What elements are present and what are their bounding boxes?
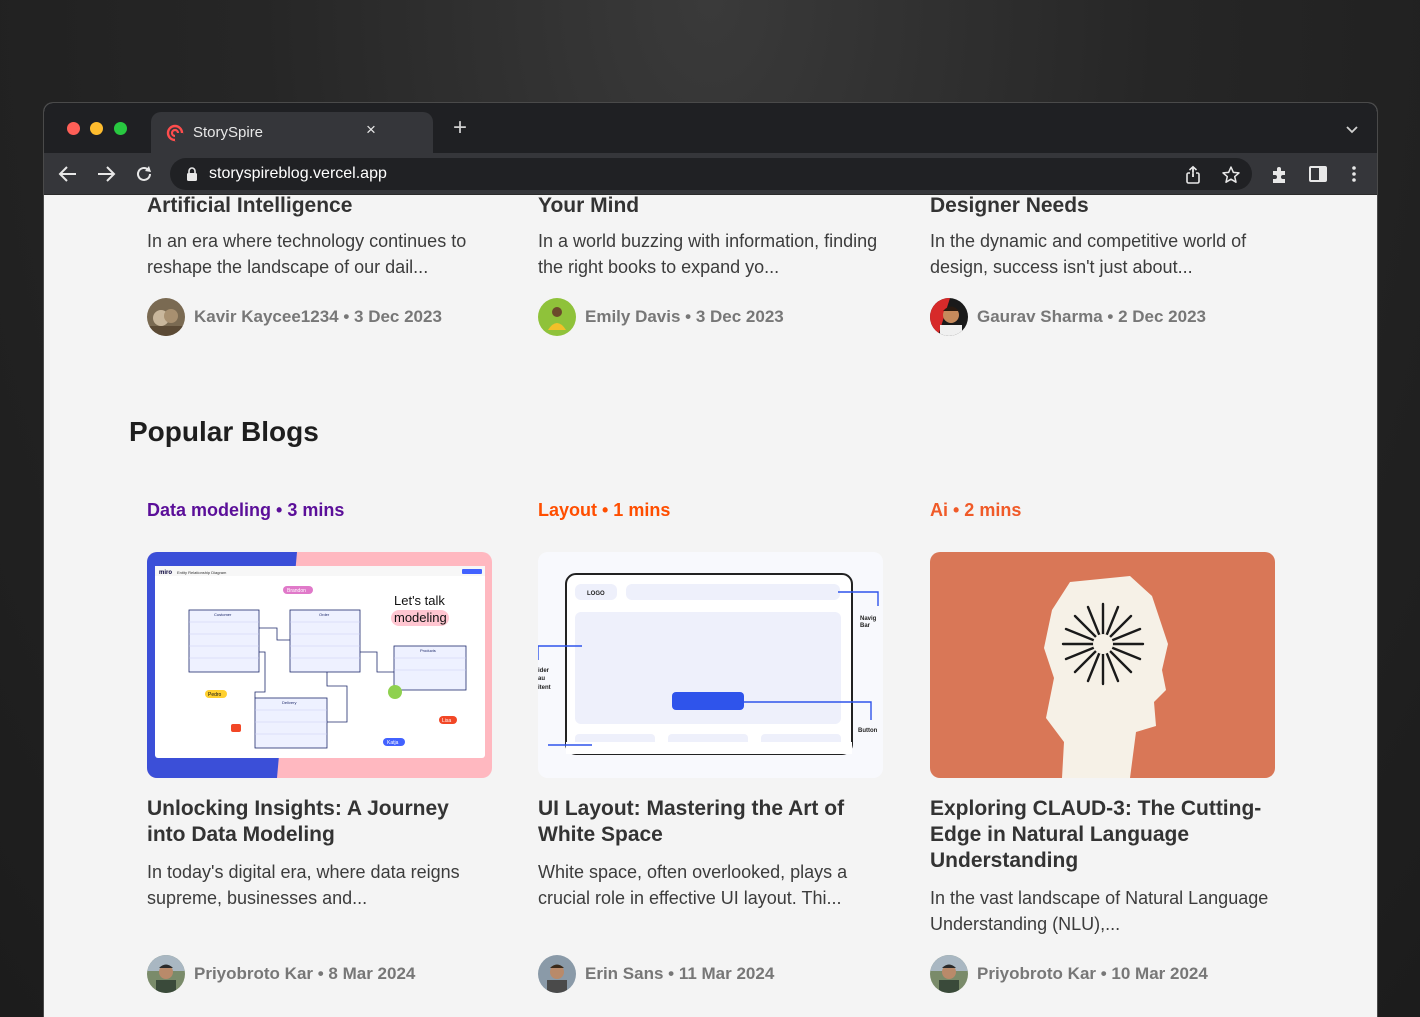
kebab-menu-icon[interactable] [1343,163,1365,185]
tab-bar: StorySpire × + [44,103,1377,153]
author-date: Gaurav Sharma • 2 Dec 2023 [977,307,1206,326]
url-text: storyspireblog.vercel.app [209,165,387,182]
svg-text:ider: ider [538,668,550,674]
author-date: Erin Sans • 11 Mar 2024 [585,964,775,983]
forward-arrow-icon[interactable] [95,163,117,185]
new-tab-button[interactable]: + [448,116,472,140]
chevron-down-icon[interactable] [1345,123,1359,137]
svg-text:Customer: Customer [214,612,232,617]
avatar[interactable] [147,955,185,993]
blog-title[interactable]: Unlocking Insights: A Journey into Data … [147,796,492,848]
author-meta: Erin Sans • 11 Mar 2024 [538,955,774,993]
page-content: Artificial Intelligence Your Mind Design… [44,196,1377,1017]
author-meta: Priyobroto Kar • 8 Mar 2024 [147,955,415,993]
thumbnail-ui-layout[interactable]: LOGO Navig Bar ider au itent Button [538,552,883,778]
svg-text:Button: Button [858,728,878,734]
blog-excerpt: White space, often overlooked, plays a c… [538,862,848,908]
share-icon[interactable] [1183,165,1203,185]
author-meta: Kavir Kaycee1234 • 3 Dec 2023 [147,298,442,336]
storyspire-favicon-icon [166,124,184,142]
author-meta: Priyobroto Kar • 10 Mar 2024 [930,955,1208,993]
tab-close-icon[interactable]: × [361,120,381,140]
avatar[interactable] [538,298,576,336]
minimize-window-button[interactable] [90,122,103,135]
category-tag[interactable]: Layout • 1 mins [538,500,670,521]
ui-layout-image: LOGO Navig Bar ider au itent Button [538,552,883,778]
thumbnail-data-modeling[interactable]: miro Entity Relationship Diagram Let's t… [147,552,492,778]
bookmark-star-icon[interactable] [1221,165,1241,185]
avatar[interactable] [538,955,576,993]
svg-text:Entity Relationship Diagram: Entity Relationship Diagram [177,570,227,575]
svg-text:Products: Products [420,648,436,653]
svg-text:Let's talk: Let's talk [394,593,445,608]
maximize-window-button[interactable] [114,122,127,135]
lock-icon [187,167,197,181]
browser-toolbar: storyspireblog.vercel.app [44,153,1377,195]
extensions-puzzle-icon[interactable] [1269,163,1291,185]
card-title[interactable]: Artificial Intelligence [147,196,352,218]
svg-text:au: au [538,676,545,682]
author-meta: Emily Davis • 3 Dec 2023 [538,298,784,336]
svg-text:Order: Order [319,612,330,617]
author-date: Kavir Kaycee1234 • 3 Dec 2023 [194,307,442,326]
author-date: Emily Davis • 3 Dec 2023 [585,307,784,326]
category-tag[interactable]: Data modeling • 3 mins [147,500,344,521]
author-date: Priyobroto Kar • 10 Mar 2024 [977,964,1208,983]
blog-excerpt: In the vast landscape of Natural Languag… [930,888,1269,934]
blog-title[interactable]: Exploring CLAUD-3: The Cutting-Edge in N… [930,796,1275,874]
category-tag[interactable]: Ai • 2 mins [930,500,1021,521]
author-meta: Gaurav Sharma • 2 Dec 2023 [930,298,1206,336]
miro-logo-text: miro [159,570,172,576]
svg-text:Delivery: Delivery [282,700,296,705]
tab-storyspire[interactable]: StorySpire × [151,112,433,153]
author-date: Priyobroto Kar • 8 Mar 2024 [194,964,416,983]
card-title[interactable]: Designer Needs [930,196,1089,218]
avatar[interactable] [147,298,185,336]
card-title[interactable]: Your Mind [538,196,639,218]
close-window-button[interactable] [67,122,80,135]
tab-title: StorySpire [193,124,264,141]
svg-text:LOGO: LOGO [587,591,605,597]
section-title-popular-blogs: Popular Blogs [129,416,319,447]
card-excerpt: In an era where technology continues to … [147,231,467,277]
svg-text:Brandon: Brandon [287,588,306,594]
blog-title[interactable]: UI Layout: Mastering the Art of White Sp… [538,796,883,848]
card-excerpt: In the dynamic and competitive world of … [930,231,1247,277]
svg-text:itent: itent [538,685,551,691]
card-excerpt: In a world buzzing with information, fin… [538,231,878,277]
side-panel-icon[interactable] [1307,163,1329,185]
data-modeling-image: miro Entity Relationship Diagram Let's t… [147,552,492,778]
svg-text:Pedro: Pedro [208,692,222,698]
svg-text:Lisa: Lisa [442,718,451,724]
claude-head-image [1044,576,1168,778]
svg-text:Bar: Bar [860,623,871,629]
browser-window: StorySpire × + storyspireblog.vercel.app [43,102,1378,1017]
thumbnail-claude[interactable] [930,552,1275,778]
blog-excerpt: In today's digital era, where data reign… [147,862,460,908]
svg-text:Katja: Katja [387,740,399,746]
svg-text:Navig: Navig [860,616,877,622]
avatar[interactable] [930,955,968,993]
avatar[interactable] [930,298,968,336]
svg-text:modeling: modeling [394,610,447,625]
back-arrow-icon[interactable] [57,163,79,185]
address-bar[interactable]: storyspireblog.vercel.app [170,158,1252,190]
reload-icon[interactable] [133,163,155,185]
